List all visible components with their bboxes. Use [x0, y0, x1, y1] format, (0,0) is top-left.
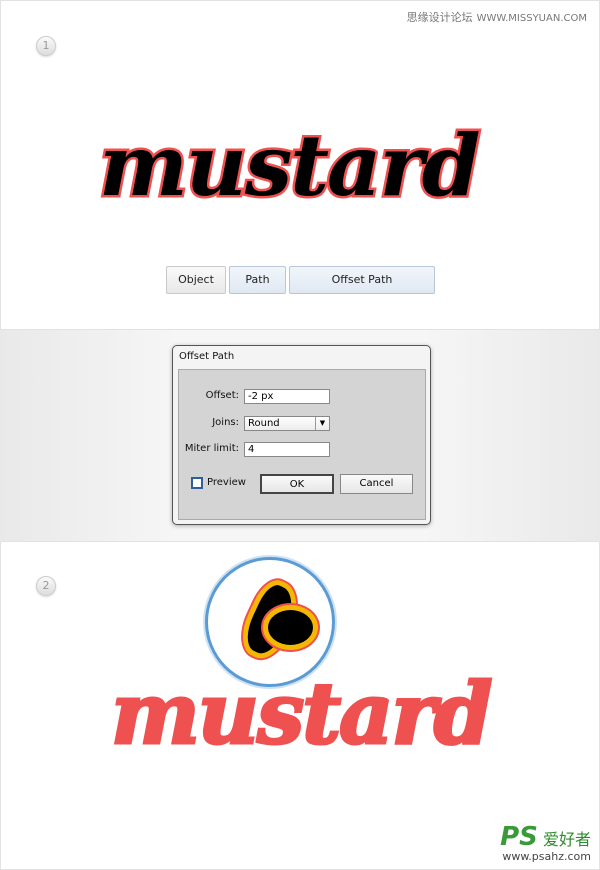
joins-select[interactable]: Round ▼ [244, 416, 330, 431]
offset-shape [263, 605, 318, 650]
step-1-panel: 1 思缘设计论坛 WWW.MISSYUAN.COM mustard Object … [0, 0, 600, 330]
cancel-button[interactable]: Cancel [340, 474, 413, 494]
dialog-body: Offset: -2 px Joins: Round ▼ Miter limit:… [178, 369, 426, 520]
dialog-title: Offset Path [179, 351, 235, 362]
watermark-url: WWW.MISSYUAN.COM [476, 13, 587, 24]
offset-path-dialog: Offset Path Offset: -2 px Joins: Round ▼ … [172, 345, 431, 525]
miter-limit-label: Miter limit: [184, 443, 239, 454]
step-badge: 2 [36, 576, 56, 596]
step-2-panel: 2 mustard PS 爱好者 www.psahz.com [0, 541, 600, 870]
preview-label: Preview [207, 477, 246, 488]
mustard-lettering-outlined: mustard [96, 114, 482, 218]
psahz-logo: PS 爱好者 www.psahz.com [500, 822, 591, 863]
ps-logo-url: www.psahz.com [502, 850, 591, 863]
step-badge: 1 [36, 36, 56, 56]
ps-logo-mark: PS [500, 822, 538, 852]
offset-label: Offset: [205, 390, 239, 401]
offset-input[interactable]: -2 px [244, 389, 330, 404]
ok-button[interactable]: OK [260, 474, 334, 494]
preview-checkbox[interactable] [191, 477, 203, 489]
joins-value: Round [248, 418, 280, 429]
menu-offset-path[interactable]: Offset Path [289, 266, 435, 294]
watermark-cn: 思缘设计论坛 [406, 11, 473, 24]
step-dialog-panel: Offset Path Offset: -2 px Joins: Round ▼ … [0, 330, 600, 541]
chevron-down-icon: ▼ [315, 417, 329, 430]
menu-object[interactable]: Object [166, 266, 226, 294]
miter-limit-input[interactable]: 4 [244, 442, 330, 457]
ps-logo-cn: 爱好者 [542, 830, 591, 849]
joins-label: Joins: [212, 417, 239, 428]
menu-path[interactable]: Path [229, 266, 286, 294]
watermark: 思缘设计论坛 WWW.MISSYUAN.COM [407, 9, 587, 25]
mustard-lettering-result: mustard [109, 663, 493, 765]
